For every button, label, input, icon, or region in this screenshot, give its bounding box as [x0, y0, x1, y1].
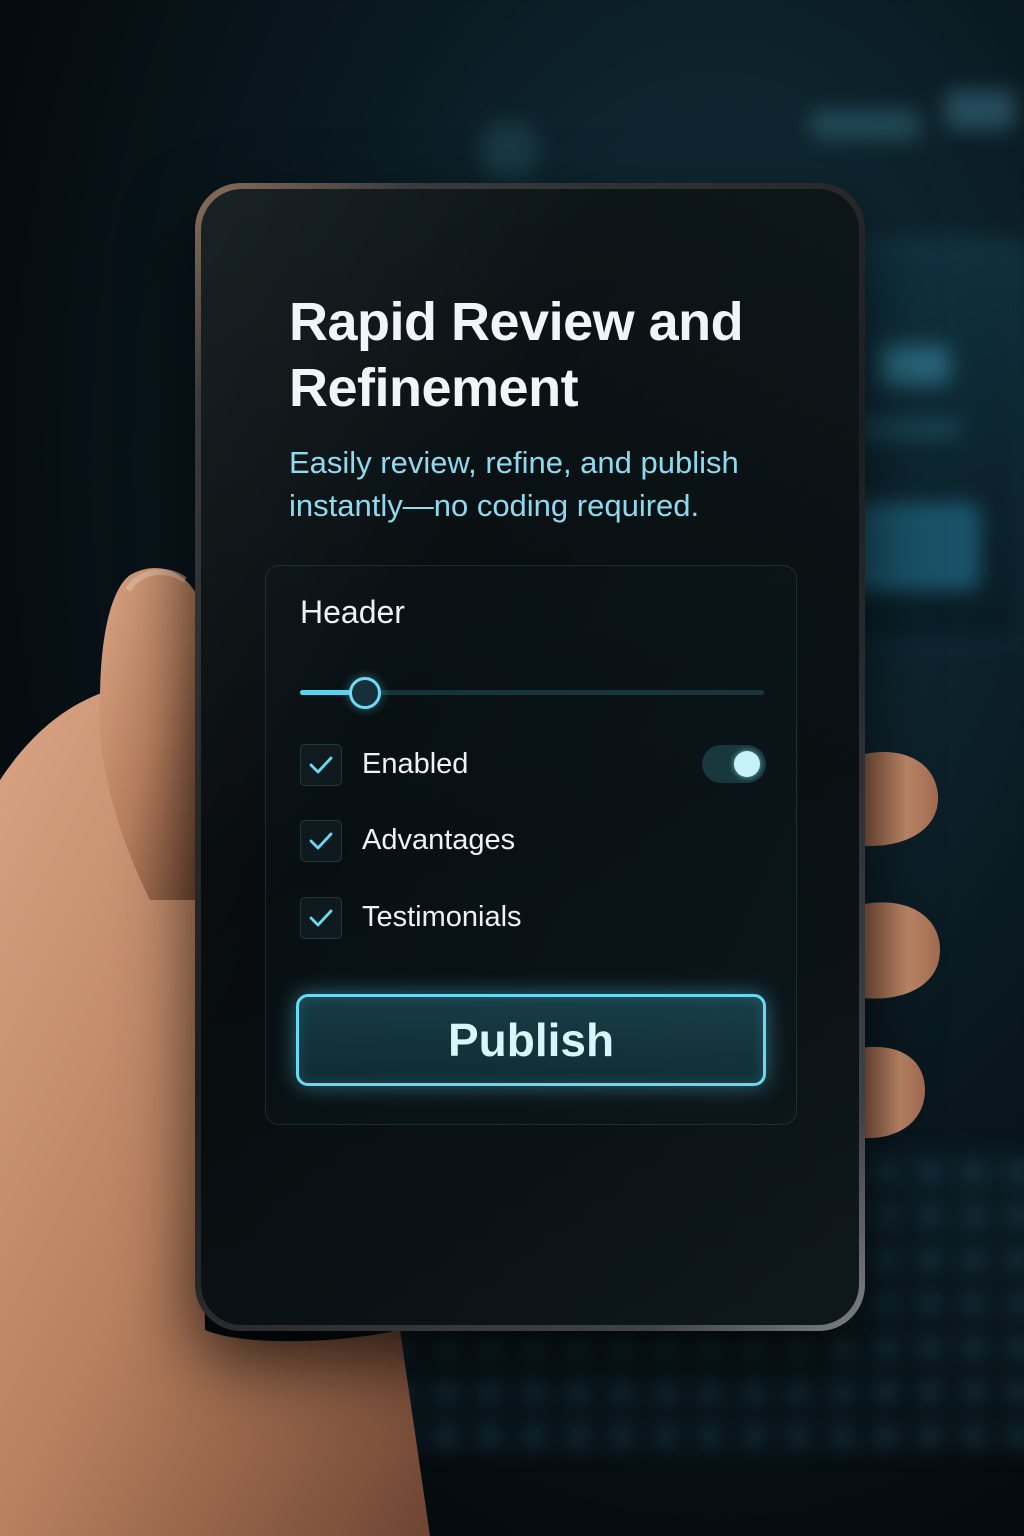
- enabled-checkbox[interactable]: [300, 744, 342, 786]
- settings-panel: Header Enabled Advantages Testimonials P…: [265, 565, 797, 1125]
- testimonials-checkbox[interactable]: [300, 897, 342, 939]
- panel-title: Header: [300, 594, 405, 630]
- option-label: Enabled: [362, 748, 469, 780]
- advantages-checkbox[interactable]: [300, 820, 342, 862]
- phone-screen: Rapid Review and Refinement Easily revie…: [201, 189, 859, 1325]
- checkmark-icon: [309, 832, 333, 850]
- option-testimonials: Testimonials: [300, 897, 766, 941]
- phone-device: Rapid Review and Refinement Easily revie…: [195, 183, 865, 1331]
- background-blur-shape: [880, 345, 950, 385]
- toggle-knob: [734, 751, 760, 777]
- header-slider[interactable]: [300, 677, 764, 709]
- option-label: Testimonials: [362, 901, 522, 933]
- checkmark-icon: [309, 756, 333, 774]
- option-label: Advantages: [362, 824, 516, 856]
- publish-button[interactable]: Publish: [296, 994, 766, 1086]
- checkmark-icon: [309, 909, 333, 927]
- enabled-toggle[interactable]: [702, 745, 766, 783]
- slider-thumb[interactable]: [348, 677, 381, 709]
- page-subtitle: Easily review, refine, and publish insta…: [289, 445, 739, 523]
- background-blur-shape: [810, 110, 920, 140]
- background-blur-shape: [945, 90, 1015, 130]
- option-advantages: Advantages: [300, 820, 766, 864]
- background-blur-shape: [480, 120, 540, 180]
- option-enabled: Enabled: [300, 744, 766, 788]
- page-title: Rapid Review and Refinement: [289, 292, 744, 418]
